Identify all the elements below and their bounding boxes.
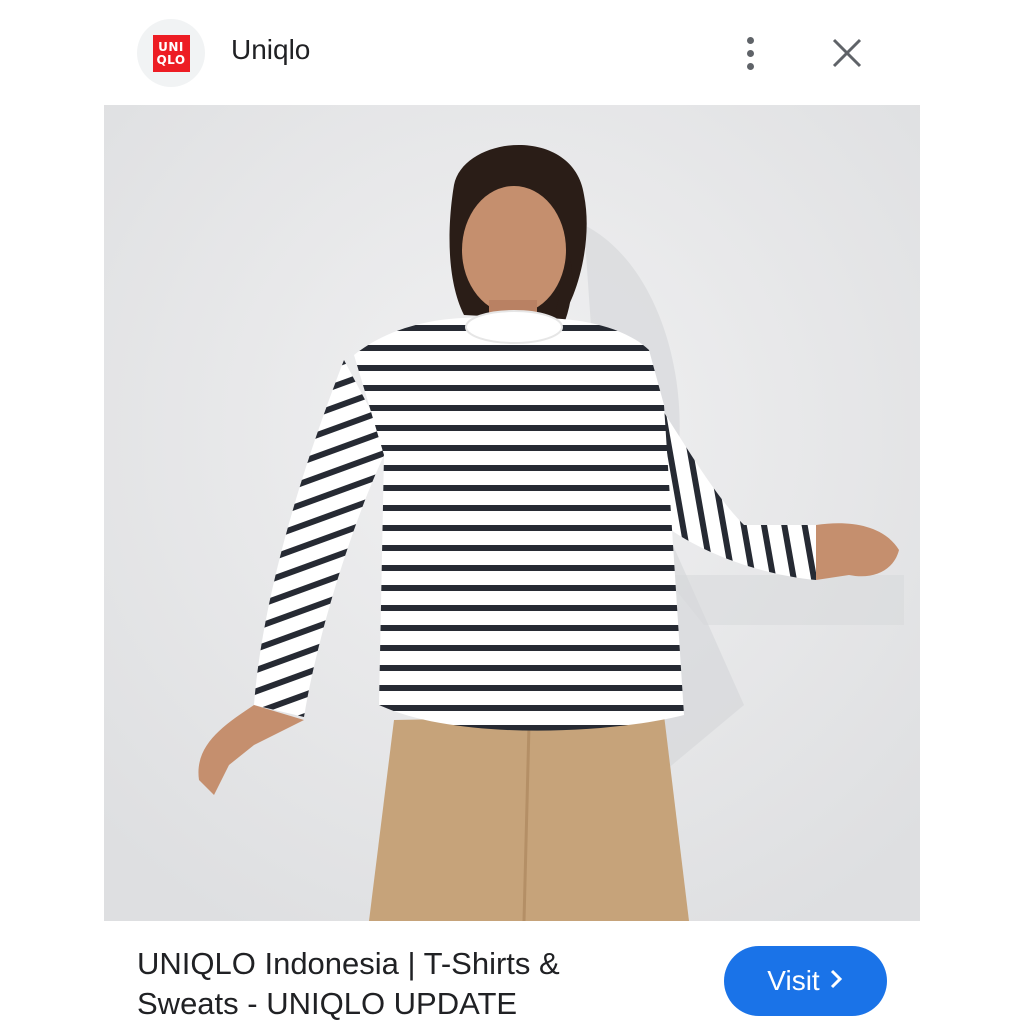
product-image[interactable] xyxy=(104,105,920,921)
logo-text-line: UNI xyxy=(158,39,184,54)
page: UNI QLO Uniqlo UNIQLO Indonesia | T-Shir… xyxy=(0,0,1024,1024)
logo-text-line: QLO xyxy=(156,52,186,67)
uniqlo-logo[interactable]: UNI QLO xyxy=(137,19,205,87)
logo-mark: UNI QLO xyxy=(152,34,190,72)
visit-label: Visit xyxy=(767,965,820,996)
close-icon[interactable] xyxy=(824,30,870,76)
caption-line-2: Sweats - UNIQLO UPDATE xyxy=(137,986,518,1021)
more-options-icon[interactable] xyxy=(730,30,770,76)
site-name[interactable]: Uniqlo xyxy=(231,34,310,66)
result-caption[interactable]: UNIQLO Indonesia | T-Shirts & Sweats - U… xyxy=(137,944,677,1024)
header: UNI QLO Uniqlo xyxy=(0,0,1024,104)
caption-line-1: UNIQLO Indonesia | T-Shirts & xyxy=(137,946,560,981)
chevron-right-icon xyxy=(828,965,844,997)
visit-button[interactable]: Visit xyxy=(724,946,887,1016)
